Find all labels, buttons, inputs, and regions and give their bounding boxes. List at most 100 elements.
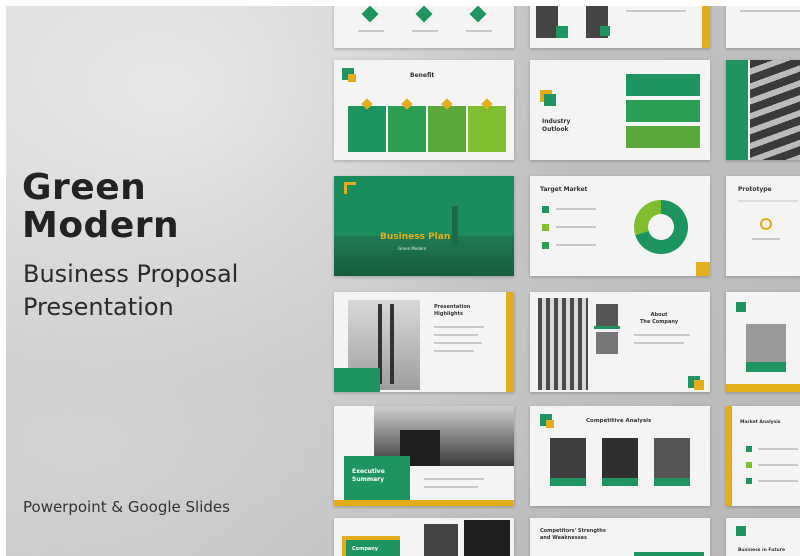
accent-square <box>694 380 704 390</box>
accent-square <box>696 262 710 276</box>
donut-hole <box>648 214 674 240</box>
text-placeholder <box>626 10 686 12</box>
portrait-photo <box>746 324 786 364</box>
slide-title: About The Company <box>640 312 678 326</box>
slide-thumbnail-strengths: Competitors' Strengths and Weaknesses <box>530 518 710 556</box>
slide-subtitle: Green Modern <box>398 246 427 251</box>
yellow-bar <box>506 292 514 392</box>
text-placeholder <box>556 208 596 210</box>
bulb-icon <box>760 218 772 230</box>
slide-title: Benefit <box>410 72 435 79</box>
text-placeholder <box>412 30 438 32</box>
text-placeholder <box>434 350 474 352</box>
bullet-square <box>542 206 549 213</box>
portrait-photo <box>602 438 638 478</box>
accent-square <box>546 420 554 428</box>
diamond-shape <box>469 6 487 23</box>
portrait-photo <box>654 438 690 478</box>
benefit-column <box>348 106 386 152</box>
benefit-column <box>468 106 506 152</box>
benefit-column <box>388 106 426 152</box>
text-placeholder <box>758 464 798 466</box>
slide-title-line-1: Executive <box>352 468 385 475</box>
slide-thumbnail-company: Company <box>334 518 514 556</box>
yellow-bar <box>726 384 800 392</box>
text-placeholder <box>752 238 780 240</box>
photo-placeholder <box>596 332 618 354</box>
photo-placeholder <box>536 6 558 38</box>
slide-thumbnail-partial <box>726 6 800 48</box>
bullet-square <box>542 224 549 231</box>
subheadline-line-1: Business Proposal <box>23 260 239 288</box>
text-placeholder <box>466 30 492 32</box>
slide-thumbnail-building <box>726 60 800 160</box>
city-skyline <box>334 236 514 276</box>
slide-thumbnail-benefit: Benefit <box>334 60 514 160</box>
photo-placeholder <box>538 298 588 390</box>
bridge-pillar <box>390 304 394 384</box>
benefit-column <box>428 106 466 152</box>
slide-title: Target Market <box>540 186 588 193</box>
text-placeholder <box>634 342 684 344</box>
text-placeholder <box>358 30 384 32</box>
green-box <box>626 126 700 148</box>
slide-title: Competitive Analysis <box>586 418 652 424</box>
slide-title: Market Analysis <box>740 420 781 425</box>
text-placeholder <box>556 226 596 228</box>
text-placeholder <box>434 326 484 328</box>
slide-title-line-2: Highlights <box>434 311 463 317</box>
slide-title-line-1: Presentation <box>434 304 471 310</box>
slide-thumbnail-business-plan: Business Plan Green Modern <box>334 176 514 276</box>
accent-square <box>600 26 610 36</box>
green-box <box>626 100 700 122</box>
name-plate <box>746 362 786 372</box>
green-box <box>634 552 704 556</box>
name-plate <box>550 478 586 486</box>
slide-thumbnail-photos <box>530 6 710 48</box>
bullet-square <box>746 478 752 484</box>
text-placeholder <box>424 486 478 488</box>
corner-mark <box>344 182 347 194</box>
subheadline-line-2: Presentation <box>23 293 174 321</box>
green-block <box>334 368 380 392</box>
slide-thumbnail-market-analysis: Market Analysis <box>726 406 800 506</box>
slide-thumbnail-profile <box>726 292 800 392</box>
slide-thumbnail-highlights: Presentation Highlights <box>334 292 514 392</box>
slide-thumbnail-target-market: Target Market <box>530 176 710 276</box>
slide-title: Competitors' Strengths and Weaknesses <box>540 528 606 542</box>
text-placeholder <box>758 480 798 482</box>
slide-title: Executive Summary <box>352 468 385 484</box>
slide-title: Business in Future <box>738 548 786 553</box>
slide-title: Business Plan <box>380 232 451 242</box>
name-plate <box>602 478 638 486</box>
slide-thumbnail-business-in: Business in Future <box>726 518 800 556</box>
slide-title: Presentation Highlights <box>434 304 470 318</box>
yellow-bar <box>702 6 710 48</box>
slide-title-line-1: Industry <box>542 118 571 125</box>
slide-title: Industry Outlook <box>542 118 570 134</box>
text-placeholder <box>424 478 484 480</box>
subheadline: Business Proposal Presentation <box>23 258 238 324</box>
green-bar <box>726 60 748 160</box>
accent-square <box>348 74 356 82</box>
slide-title-line-2: and Weaknesses <box>540 535 587 541</box>
slide-thumbnail-executive: Executive Summary <box>334 406 514 506</box>
formats-label: Powerpoint & Google Slides <box>23 498 230 516</box>
text-placeholder <box>738 200 798 202</box>
text-placeholder <box>634 334 690 336</box>
slide-title-line-1: About <box>650 312 668 318</box>
portrait-photo <box>550 438 586 478</box>
accent-square <box>544 94 556 106</box>
name-plate <box>654 478 690 486</box>
slide-thumbnail-about: About The Company <box>530 292 710 392</box>
photo-placeholder <box>750 60 800 160</box>
slide-thumbnail-team <box>334 6 514 48</box>
bullet-square <box>746 446 752 452</box>
tower-shape <box>452 206 458 246</box>
slide-thumbnail-prototype: Prototype <box>726 176 800 276</box>
headline-line-1: Green <box>22 167 147 208</box>
headline-line-2: Modern <box>22 205 180 246</box>
slide-title-line-2: Summary <box>352 476 385 483</box>
slide-title: Company <box>352 546 379 552</box>
yellow-bar <box>726 406 732 506</box>
